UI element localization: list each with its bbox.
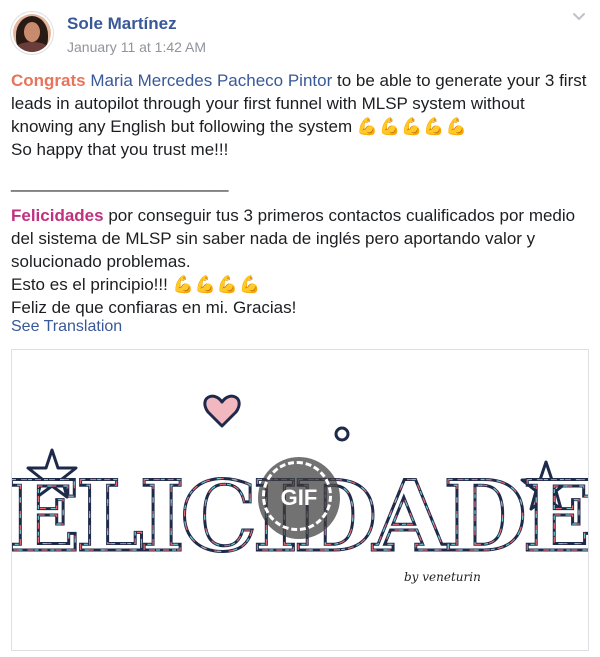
highlight-felicidades: Felicidades [11,206,104,225]
author-name[interactable]: Sole Martínez [67,14,177,34]
paragraph-thanks-english: So happy that you trust me!!! [11,140,229,159]
separator-line: _______________________ [11,173,229,192]
gif-attachment[interactable]: FELICIDADES FELICIDADES FELICIDADES by v… [11,349,589,651]
chevron-down-icon[interactable] [572,10,586,24]
gif-play-button[interactable]: GIF [258,457,340,539]
artist-signature: by veneturin [404,570,481,584]
flexed-biceps-icon: 💪💪💪💪💪 [356,117,468,136]
post-card: Sole Martínez January 11 at 1:42 AM Cong… [0,0,600,657]
paragraph-principio-text: Esto es el principio!!! [11,275,173,294]
mention-link[interactable]: Maria Mercedes Pacheco Pintor [90,71,332,90]
highlight-congrats: Congrats [11,71,86,90]
avatar-photo [13,14,51,52]
paragraph-english: Congrats Maria Mercedes Pacheco Pintor t… [11,69,591,138]
gif-label: GIF [280,485,318,510]
flexed-biceps-icon: 💪💪💪💪 [172,275,262,294]
post-body: Congrats Maria Mercedes Pacheco Pintor t… [11,69,591,319]
see-translation-link[interactable]: See Translation [11,316,122,338]
post-timestamp[interactable]: January 11 at 1:42 AM [67,38,206,56]
paragraph-principio: Esto es el principio!!! 💪💪💪💪 [11,273,591,296]
paragraph-spanish: Felicidades por conseguir tus 3 primeros… [11,204,591,273]
avatar[interactable] [11,12,53,54]
